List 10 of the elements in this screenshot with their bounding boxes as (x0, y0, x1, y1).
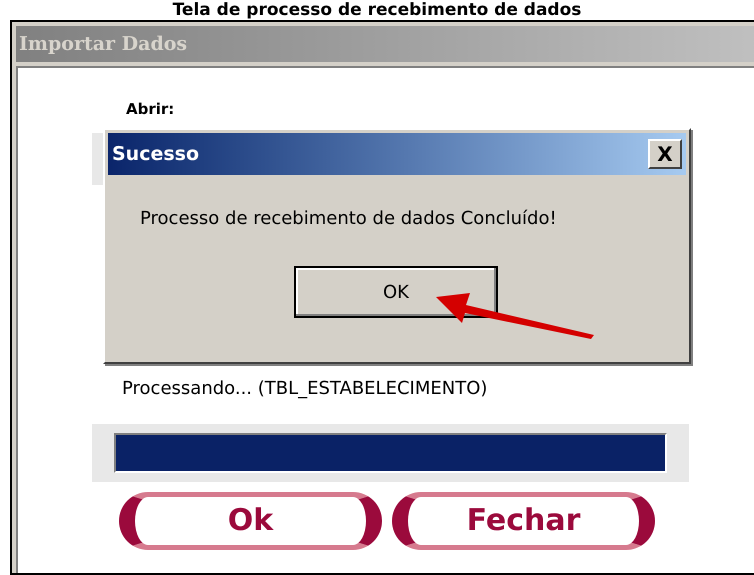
close-button[interactable]: X (648, 139, 682, 169)
dialog-message: Processo de recebimento de dados Concluído! (140, 207, 558, 231)
ok-button[interactable]: Ok (119, 492, 382, 550)
status-text: Processando... (TBL_ESTABELECIMENTO) (122, 376, 488, 400)
page-heading: Tela de processo de recebimento de dados (172, 0, 582, 20)
ok-button[interactable]: OK (294, 266, 498, 318)
window-title: Importar Dados (19, 32, 188, 57)
open-label: Abrir: (126, 99, 176, 120)
close-button[interactable]: Fechar (392, 492, 655, 550)
dialog-title: Sucesso (112, 142, 200, 167)
